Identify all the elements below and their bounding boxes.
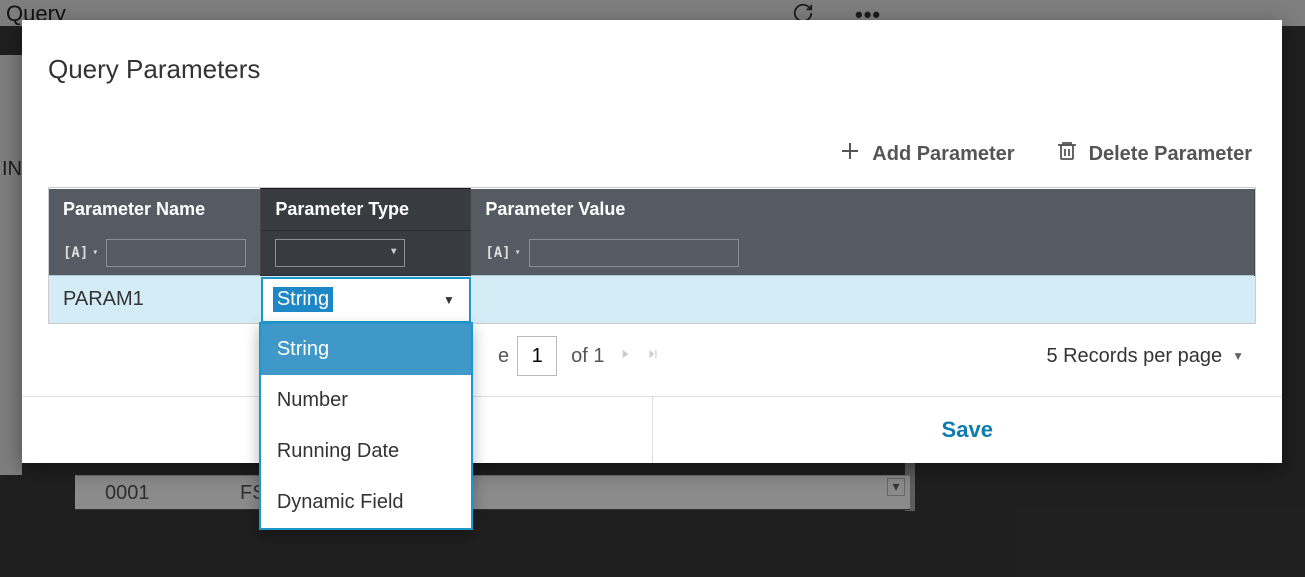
parameter-type-selected: String [273, 287, 333, 312]
page-hint: e [498, 345, 509, 368]
query-parameters-modal: Query Parameters Add Parameter Delete Pa… [22, 20, 1282, 463]
parameters-grid-wrap: Parameter Name Parameter Type Parameter … [48, 187, 1256, 324]
column-header-type[interactable]: Parameter Type [261, 189, 471, 231]
save-button[interactable]: Save [653, 397, 1283, 463]
filter-type-icon-value[interactable]: [A] [485, 245, 520, 261]
filter-input-name[interactable] [106, 239, 246, 267]
column-header-name[interactable]: Parameter Name [49, 189, 261, 231]
delete-parameter-button[interactable]: Delete Parameter [1055, 139, 1252, 169]
cell-parameter-name[interactable]: PARAM1 [49, 276, 261, 324]
type-option-dynamic-field[interactable]: Dynamic Field [261, 477, 471, 528]
paginator: e of 1 5 Records per page ▼ [22, 324, 1282, 396]
modal-title: Query Parameters [22, 20, 1282, 95]
modal-footer: Save [22, 396, 1282, 463]
cell-parameter-value[interactable] [471, 276, 1255, 324]
add-parameter-button[interactable]: Add Parameter [838, 139, 1014, 169]
parameter-type-dropdown: String Number Running Date Dynamic Field [259, 322, 473, 530]
records-per-page-label: 5 Records per page [1046, 345, 1222, 368]
chevron-down-icon: ▼ [443, 293, 455, 307]
add-parameter-label: Add Parameter [872, 143, 1014, 166]
next-page-icon[interactable] [618, 345, 632, 368]
column-header-value[interactable]: Parameter Value [471, 189, 1255, 231]
filter-type-icon[interactable]: [A] [63, 245, 98, 261]
parameter-type-combo[interactable]: String ▼ [261, 277, 471, 323]
type-option-string[interactable]: String [261, 324, 471, 375]
filter-select-type[interactable] [275, 239, 405, 267]
filter-input-value[interactable] [529, 239, 739, 267]
type-option-running-date[interactable]: Running Date [261, 426, 471, 477]
parameter-name-value: PARAM1 [63, 288, 144, 310]
parameters-grid: Parameter Name Parameter Type Parameter … [49, 188, 1255, 323]
table-row[interactable]: PARAM1 String ▼ String Number Running Da… [49, 276, 1255, 324]
type-option-number[interactable]: Number [261, 375, 471, 426]
page-number-input[interactable] [517, 336, 557, 376]
trash-icon [1055, 139, 1079, 169]
page-of-label: of 1 [571, 345, 604, 368]
last-page-icon[interactable] [646, 345, 660, 368]
plus-icon [838, 139, 862, 169]
cell-parameter-type[interactable]: String ▼ String Number Running Date Dyna… [261, 276, 471, 324]
records-per-page[interactable]: 5 Records per page ▼ [1046, 345, 1244, 368]
modal-toolbar: Add Parameter Delete Parameter [22, 95, 1282, 187]
delete-parameter-label: Delete Parameter [1089, 143, 1252, 166]
chevron-down-icon: ▼ [1232, 349, 1244, 363]
